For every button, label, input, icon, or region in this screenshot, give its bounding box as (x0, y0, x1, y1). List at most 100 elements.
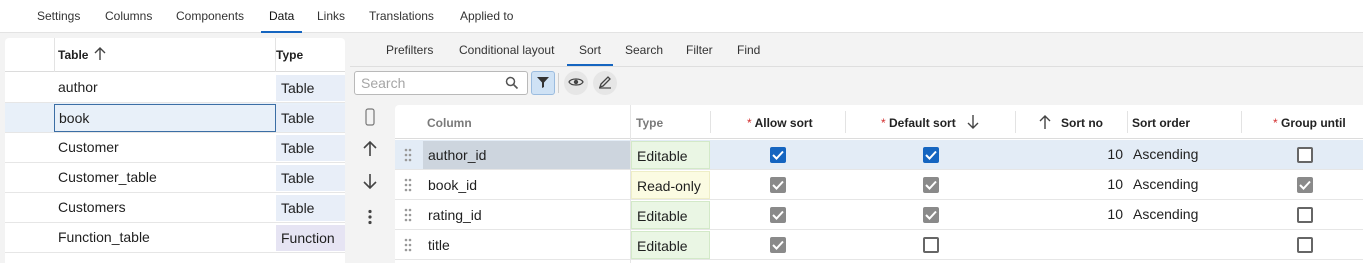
column-name-cell[interactable]: title (423, 231, 630, 259)
table-row[interactable]: Customers Table (5, 193, 345, 223)
tab-filter[interactable]: Filter (686, 43, 713, 57)
tables-list-header: Table Type (5, 38, 345, 72)
allow-sort-checkbox[interactable] (770, 147, 786, 163)
sort-no-cell[interactable] (1015, 230, 1123, 259)
grid-header: Column Type * Allow sort * Default sort … (395, 105, 1363, 139)
table-row[interactable]: Function_table Function (5, 223, 345, 253)
tab-search[interactable]: Search (625, 43, 663, 57)
table-type: Table (276, 165, 345, 191)
column-header-type[interactable]: Type (276, 48, 303, 62)
header-divider (710, 111, 711, 133)
move-down-icon[interactable] (360, 171, 380, 191)
tab-components[interactable]: Components (176, 9, 244, 23)
required-mark: * (1273, 116, 1278, 130)
column-header-default-sort[interactable]: * Default sort (881, 116, 956, 130)
column-header-column[interactable]: Column (427, 116, 472, 130)
tab-conditional-layout[interactable]: Conditional layout (459, 43, 554, 57)
column-name-cell[interactable]: book_id (423, 171, 630, 199)
table-type: Table (276, 195, 345, 221)
tab-settings[interactable]: Settings (37, 9, 80, 23)
pencil-icon (598, 75, 612, 92)
search-input[interactable] (361, 74, 501, 92)
column-name-cell[interactable]: rating_id (423, 201, 630, 229)
group-until-checkbox[interactable] (1297, 237, 1313, 253)
table-row[interactable]: Customer Table (5, 133, 345, 163)
drag-handle-icon[interactable] (404, 178, 412, 192)
search-icon[interactable] (505, 76, 519, 90)
column-header-allow-sort[interactable]: * Allow sort (747, 116, 813, 130)
move-up-icon[interactable] (360, 139, 380, 159)
column-type-cell: Read-only (631, 171, 710, 199)
sort-no-cell[interactable]: 10 (1015, 140, 1123, 169)
table-row[interactable]: book Table (5, 103, 345, 133)
table-type: Table (276, 135, 345, 161)
table-name: Customers (58, 199, 126, 215)
column-header-type[interactable]: Type (636, 116, 663, 130)
sort-ascending-icon[interactable] (1039, 114, 1051, 133)
sort-order-cell[interactable]: Ascending (1133, 170, 1198, 199)
allow-sort-checkbox[interactable] (770, 207, 786, 223)
header-divider (1127, 111, 1128, 133)
tab-sort[interactable]: Sort (566, 43, 614, 66)
group-until-label: Group until (1281, 116, 1346, 130)
sort-ascending-icon[interactable] (93, 46, 107, 62)
column-header-group-until[interactable]: * Group until (1273, 116, 1346, 130)
edit-button[interactable] (593, 71, 617, 95)
default-sort-checkbox[interactable] (923, 147, 939, 163)
tab-applied-to[interactable]: Applied to (460, 9, 513, 23)
column-header-table[interactable]: Table (58, 48, 88, 62)
top-tab-bar: Settings Columns Components Data Links T… (0, 0, 1363, 33)
sort-order-cell[interactable]: Ascending (1133, 200, 1198, 229)
group-until-checkbox[interactable] (1297, 147, 1313, 163)
allow-sort-checkbox[interactable] (770, 237, 786, 253)
table-name: book (54, 104, 276, 132)
default-sort-checkbox[interactable] (923, 177, 939, 193)
filter-button[interactable] (531, 71, 555, 95)
drag-handle-icon[interactable] (404, 238, 412, 252)
grid-row[interactable]: rating_id Editable 10 Ascending (395, 200, 1363, 230)
table-row[interactable]: Customer_table Table (5, 163, 345, 193)
sort-order-cell[interactable]: Ascending (1133, 140, 1198, 169)
header-divider (1241, 111, 1242, 133)
column-type-cell: Editable (631, 141, 710, 169)
required-mark: * (881, 116, 886, 130)
more-options-icon[interactable] (360, 207, 380, 227)
default-sort-label: Default sort (889, 116, 956, 130)
sort-descending-icon[interactable] (967, 114, 979, 133)
sort-no-cell[interactable]: 10 (1015, 170, 1123, 199)
tab-find[interactable]: Find (737, 43, 760, 57)
drag-handle-icon[interactable] (404, 208, 412, 222)
tab-translations[interactable]: Translations (369, 9, 434, 23)
default-sort-checkbox[interactable] (923, 237, 939, 253)
group-until-checkbox[interactable] (1297, 207, 1313, 223)
sort-grid: Column Type * Allow sort * Default sort … (395, 105, 1363, 263)
column-header-sort-order[interactable]: Sort order (1132, 116, 1190, 130)
tables-list-panel: Table Type author Table book Table Custo… (5, 38, 345, 263)
visibility-button[interactable] (564, 71, 588, 95)
tab-links[interactable]: Links (317, 9, 345, 23)
grid-row[interactable]: book_id Read-only 10 Ascending (395, 170, 1363, 200)
tab-data[interactable]: Data (260, 9, 303, 33)
grid-row[interactable]: author_id Editable 10 Ascending (395, 140, 1363, 170)
column-header-sort-no[interactable]: Sort no (1061, 116, 1103, 130)
table-type: Table (276, 105, 345, 131)
tab-prefilters[interactable]: Prefilters (386, 43, 433, 57)
table-name: author (58, 79, 98, 95)
default-sort-checkbox[interactable] (923, 207, 939, 223)
sort-no-cell[interactable]: 10 (1015, 200, 1123, 229)
grid-toolbar (350, 67, 1363, 101)
row-handle-icon[interactable] (360, 107, 380, 127)
header-divider (1015, 111, 1016, 133)
search-box (354, 71, 528, 95)
drag-handle-icon[interactable] (404, 148, 412, 162)
grid-row[interactable]: title Editable (395, 230, 1363, 260)
table-type: Function (276, 225, 345, 251)
group-until-checkbox[interactable] (1297, 177, 1313, 193)
tab-columns[interactable]: Columns (105, 9, 152, 23)
table-row[interactable]: author Table (5, 73, 345, 103)
allow-sort-checkbox[interactable] (770, 177, 786, 193)
table-name: Customer_table (58, 169, 157, 185)
toolbar-separator (558, 73, 559, 93)
column-name-cell[interactable]: author_id (423, 141, 630, 169)
filter-icon (536, 75, 550, 92)
